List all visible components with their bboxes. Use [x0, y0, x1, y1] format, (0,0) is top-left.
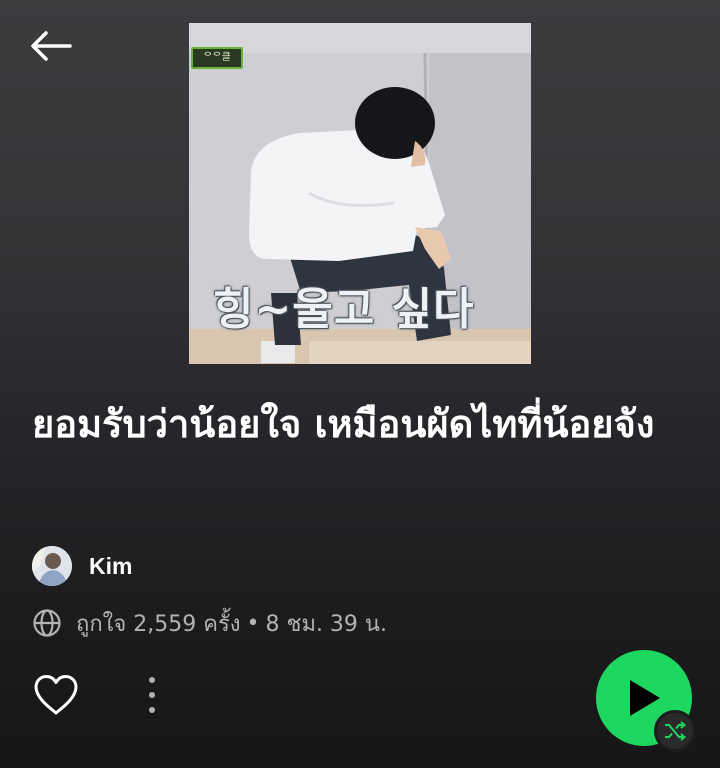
- arrow-left-icon: [31, 31, 72, 61]
- play-icon: [630, 680, 660, 716]
- owner-avatar: [32, 546, 72, 586]
- likes-count: ถูกใจ 2,559 ครั้ง: [76, 611, 241, 637]
- playlist-cover-image: ᄋᄋ클ᄋᄋᄋ 힝~울고 싶다: [189, 23, 531, 364]
- meta-separator: •: [246, 610, 260, 636]
- playlist-screen: ᄋᄋ클ᄋᄋᄋ 힝~울고 싶다 ยอมรับว่าน้อยใจ เหมือนผัด…: [0, 0, 720, 768]
- back-button[interactable]: [22, 22, 78, 70]
- shuffle-icon: [665, 721, 686, 741]
- globe-icon: [33, 609, 61, 637]
- playlist-title: ยอมรับว่าน้อยใจ เหมือนผัดไทที่น้อยจัง: [32, 402, 655, 446]
- owner-name: Kim: [89, 552, 133, 579]
- like-button[interactable]: [30, 670, 82, 720]
- cover-channel-tag: ᄋᄋ클ᄋᄋᄋ: [191, 47, 243, 69]
- playlist-meta: ถูกใจ 2,559 ครั้ง • 8 ชม. 39 น.: [32, 606, 387, 640]
- owner-link[interactable]: Kim: [32, 546, 132, 586]
- total-duration: 8 ชม. 39 น.: [265, 611, 387, 637]
- cover-caption: 힝~울고 싶다: [213, 284, 475, 335]
- shuffle-button[interactable]: [654, 710, 696, 752]
- more-options-button[interactable]: [132, 670, 172, 720]
- more-vertical-icon: [149, 677, 155, 713]
- heart-icon: [34, 675, 78, 715]
